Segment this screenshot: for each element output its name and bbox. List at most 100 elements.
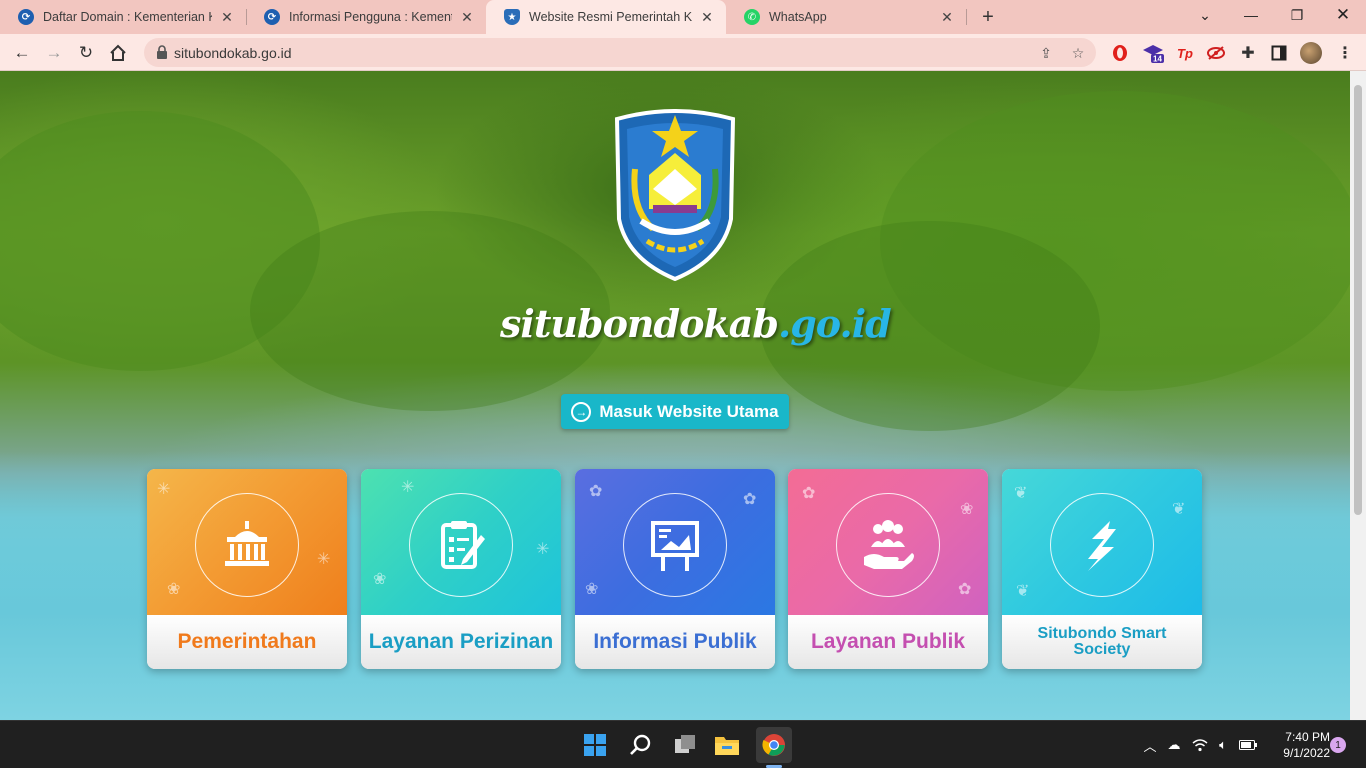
windows-start-icon[interactable] <box>580 730 610 760</box>
minimize-button[interactable]: — <box>1228 0 1274 30</box>
tab-title: Website Resmi Pemerintah Kabup <box>529 10 692 24</box>
leaf-decor-icon: ❦ <box>1016 583 1030 600</box>
share-icon[interactable]: ⇪ <box>1036 43 1056 63</box>
card-art: ✳ ✳ ❀ <box>147 469 347 615</box>
scrollbar-thumb[interactable] <box>1354 85 1362 515</box>
close-window-button[interactable]: ✕ <box>1320 0 1366 30</box>
tab-informasi-pengguna[interactable]: ⟳ Informasi Pengguna : Kementeria ✕ <box>246 0 486 34</box>
browser-toolbar: ← → ↻ situbondokab.go.id ⇪ ☆ 14 Tp ✚ ⋮ <box>0 34 1366 71</box>
opera-extension-icon[interactable] <box>1109 42 1131 64</box>
reload-icon[interactable]: ↻ <box>72 39 100 67</box>
tab-title: WhatsApp <box>769 10 827 24</box>
smart-society-s-icon <box>1088 521 1116 571</box>
flower-decor-icon: ✿ <box>802 485 816 502</box>
wifi-icon[interactable] <box>1190 735 1210 755</box>
card-label: Pemerintahan <box>147 615 347 669</box>
flower-decor-icon: ❀ <box>373 571 387 588</box>
card-situbondo-smart-society[interactable]: ❦ ❦ ❦ Situbondo Smart Society <box>1002 469 1202 669</box>
enter-button-label: Masuk Website Utama <box>599 401 779 421</box>
page-scrollbar[interactable] <box>1350 71 1366 720</box>
flower-decor-icon: ❀ <box>960 501 974 518</box>
flower-decor-icon: ✳ <box>157 481 171 498</box>
kominfo-favicon-icon: ⟳ <box>264 9 280 25</box>
forward-arrow-icon[interactable]: → <box>40 39 68 67</box>
card-layanan-publik[interactable]: ✿ ❀ ✿ Layanan Publik <box>788 469 988 669</box>
file-explorer-icon[interactable] <box>712 730 742 760</box>
back-arrow-icon[interactable]: ← <box>8 39 36 67</box>
close-tab-icon[interactable]: ✕ <box>938 8 956 26</box>
tab-daftar-domain[interactable]: ⟳ Daftar Domain : Kementerian Kor ✕ <box>0 0 246 34</box>
restore-button[interactable]: ❐ <box>1274 0 1320 30</box>
graduation-cap-extension-icon[interactable]: 14 <box>1142 42 1164 64</box>
card-art: ✿ ✿ ❀ <box>575 469 775 615</box>
card-label: Layanan Publik <box>788 615 988 669</box>
hands-people-icon <box>864 520 914 569</box>
flower-decor-icon: ✳ <box>317 551 331 568</box>
flower-decor-icon: ✳ <box>536 541 550 558</box>
search-icon[interactable] <box>625 730 655 760</box>
address-bar[interactable]: situbondokab.go.id ⇪ ☆ <box>144 38 1096 67</box>
landing-page: situbondokab.go.id → Masuk Website Utama… <box>0 71 1350 720</box>
windows-taskbar: ︿ ☁ 🔈︎ 7:40 PM 9/1/2022 1 <box>0 720 1366 768</box>
clipboard-checklist-icon <box>441 521 485 569</box>
puzzle-extensions-icon[interactable]: ✚ <box>1237 42 1259 64</box>
tab-separator <box>966 9 967 25</box>
profile-avatar[interactable] <box>1300 42 1322 64</box>
enter-main-website-button[interactable]: → Masuk Website Utama <box>561 394 789 429</box>
arrow-right-circle-icon: → <box>571 401 592 422</box>
kominfo-favicon-icon: ⟳ <box>18 9 34 25</box>
battery-icon[interactable] <box>1238 735 1258 755</box>
notification-badge[interactable]: 1 <box>1330 737 1346 753</box>
clock-time: 7:40 PM <box>1285 730 1330 744</box>
leaf-decor-icon: ❦ <box>1014 485 1028 502</box>
tab-strip: ⟳ Daftar Domain : Kementerian Kor ✕ ⟳ In… <box>0 0 1366 34</box>
system-clock[interactable]: 7:40 PM 9/1/2022 <box>1266 729 1330 761</box>
chevron-up-icon[interactable]: ︿ <box>1140 735 1160 755</box>
flower-decor-icon: ❀ <box>167 581 181 598</box>
card-label: Situbondo Smart Society <box>1002 615 1202 669</box>
situbondo-crest-logo <box>614 109 736 281</box>
close-tab-icon[interactable]: ✕ <box>218 8 236 26</box>
lock-icon[interactable] <box>154 44 170 60</box>
extension-badge: 14 <box>1153 55 1162 64</box>
whatsapp-favicon-icon: ✆ <box>744 9 760 25</box>
clock-date: 9/1/2022 <box>1283 746 1330 760</box>
brand-main-text: situbondokab <box>500 301 779 346</box>
tab-whatsapp[interactable]: ✆ WhatsApp ✕ <box>726 0 966 34</box>
tab-title: Informasi Pengguna : Kementeria <box>289 10 452 24</box>
side-panel-icon[interactable] <box>1268 42 1290 64</box>
tab-situbondo[interactable]: ★ Website Resmi Pemerintah Kabup ✕ <box>486 0 726 34</box>
home-icon[interactable] <box>104 39 132 67</box>
tab-title: Daftar Domain : Kementerian Kor <box>43 10 212 24</box>
bookmark-star-icon[interactable]: ☆ <box>1068 43 1088 63</box>
flower-decor-icon: ✳ <box>401 479 415 496</box>
volume-icon[interactable]: 🔈︎ <box>1213 735 1233 755</box>
eye-off-extension-icon[interactable] <box>1205 42 1227 64</box>
situbondo-crest-favicon-icon: ★ <box>504 9 520 25</box>
flower-decor-icon: ✿ <box>958 581 972 598</box>
card-informasi-publik[interactable]: ✿ ✿ ❀ Informasi Publik <box>575 469 775 669</box>
flower-decor-icon: ✿ <box>589 483 603 500</box>
leaf-decor-icon: ❦ <box>1172 501 1186 518</box>
url-text[interactable]: situbondokab.go.id <box>174 45 292 61</box>
card-label: Layanan Perizinan <box>361 615 561 669</box>
chrome-taskbar-icon[interactable] <box>756 727 792 763</box>
close-tab-icon[interactable]: ✕ <box>698 8 716 26</box>
card-art: ✳ ✳ ❀ <box>361 469 561 615</box>
card-art: ✿ ❀ ✿ <box>788 469 988 615</box>
government-building-icon <box>225 521 269 566</box>
card-pemerintahan[interactable]: ✳ ✳ ❀ Pemerintahan <box>147 469 347 669</box>
task-view-icon[interactable] <box>670 730 700 760</box>
new-tab-button[interactable]: + <box>976 5 1000 29</box>
card-layanan-perizinan[interactable]: ✳ ✳ ❀ Layanan Perizinan <box>361 469 561 669</box>
brand-domain-text: .go.id <box>778 301 892 346</box>
menu-kebab-icon[interactable]: ⋮ <box>1334 42 1356 64</box>
presentation-board-icon <box>651 521 699 571</box>
site-brand-wordmark: situbondokab.go.id <box>500 301 892 346</box>
tab-search-chevron-icon[interactable]: ⌄ <box>1182 0 1228 30</box>
card-label: Informasi Publik <box>575 615 775 669</box>
tp-extension-icon[interactable]: Tp <box>1174 42 1196 64</box>
close-tab-icon[interactable]: ✕ <box>458 8 476 26</box>
flower-decor-icon: ✿ <box>743 491 757 508</box>
onedrive-cloud-icon[interactable]: ☁ <box>1164 735 1184 755</box>
